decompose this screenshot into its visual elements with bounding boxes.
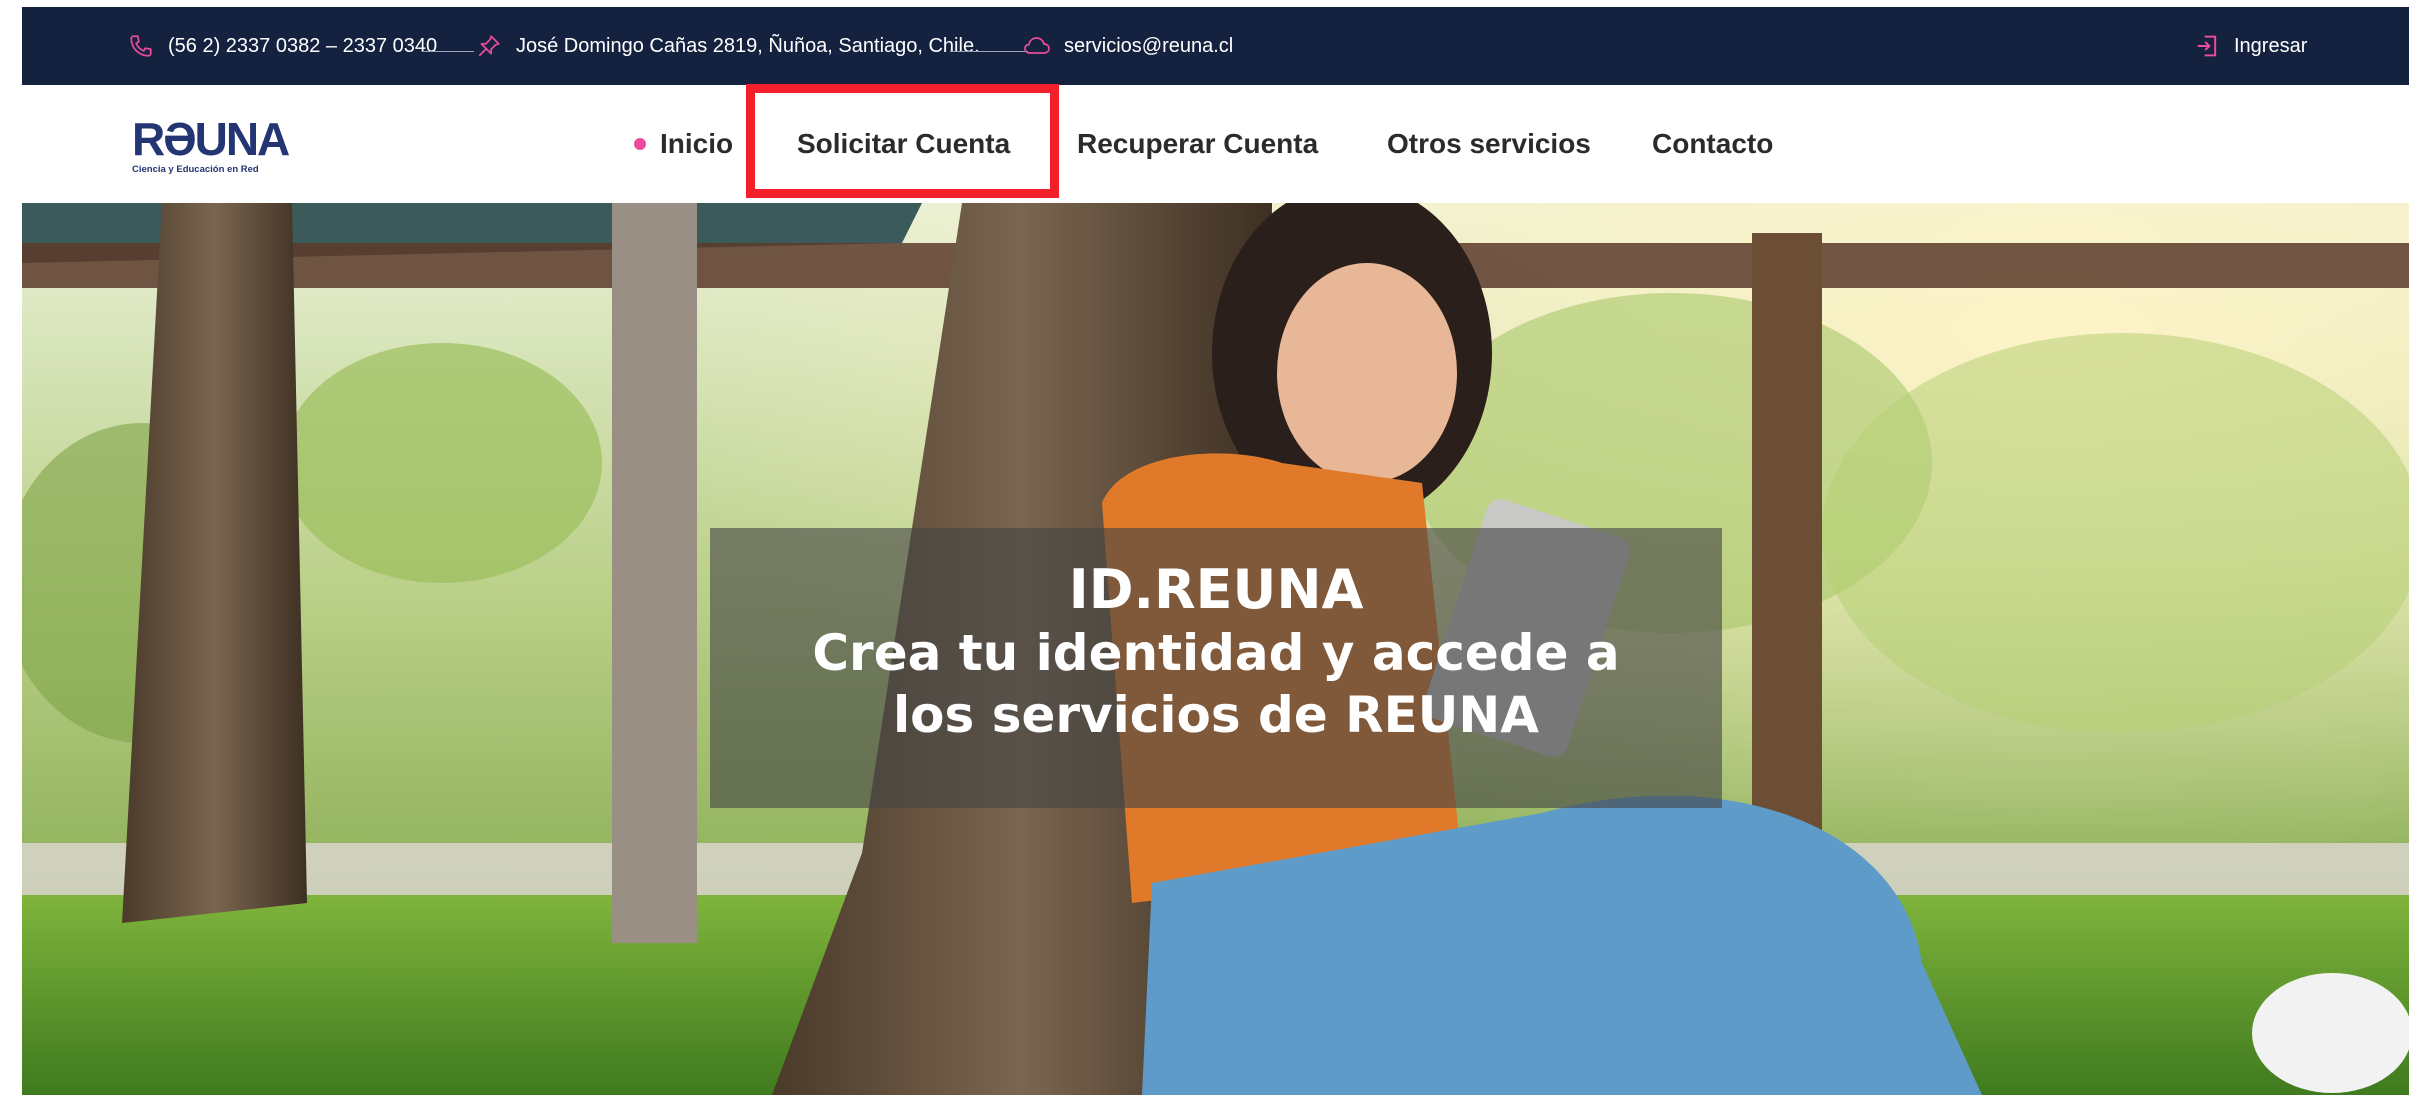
login-text: Ingresar — [2234, 34, 2308, 57]
logo-wordmark: RƏUNA — [132, 113, 290, 165]
nav-item-inicio[interactable]: Inicio — [634, 85, 733, 203]
email-info[interactable]: servicios@reuna.cl — [1022, 7, 1233, 85]
nav-label: Otros servicios — [1387, 128, 1591, 159]
nav-item-contacto[interactable]: Contacto — [1652, 85, 1773, 203]
hero-banner: ID.REUNA Crea tu identidad y accede a lo… — [22, 203, 2409, 1095]
reuna-logo[interactable]: RƏUNA Ciencia y Educación en Red — [132, 113, 292, 175]
email-text: servicios@reuna.cl — [1064, 34, 1234, 57]
login-link[interactable]: Ingresar — [2192, 7, 2307, 85]
logo-tagline: Ciencia y Educación en Red — [132, 164, 259, 175]
phone-text: (56 2) 2337 0382 – 2337 0340 — [168, 34, 438, 57]
top-contact-bar: (56 2) 2337 0382 – 2337 0340 José Doming… — [22, 7, 2409, 85]
nav-label: Recuperar Cuenta — [1077, 128, 1319, 159]
nav-label: Inicio — [660, 128, 734, 159]
divider — [950, 51, 1028, 52]
phone-info[interactable]: (56 2) 2337 0382 – 2337 0340 — [126, 7, 437, 85]
hero-title: ID.REUNA — [1068, 558, 1364, 621]
active-dot-icon — [634, 138, 646, 150]
nav-item-otros-servicios[interactable]: Otros servicios — [1387, 85, 1591, 203]
address-text: José Domingo Cañas 2819, Ñuñoa, Santiago… — [516, 34, 980, 57]
cloud-icon — [1022, 31, 1052, 61]
phone-icon — [126, 31, 156, 61]
nav-label: Contacto — [1652, 128, 1774, 159]
address-info[interactable]: José Domingo Cañas 2819, Ñuñoa, Santiago… — [474, 7, 980, 85]
login-icon — [2192, 31, 2222, 61]
hero-caption: ID.REUNA Crea tu identidad y accede a lo… — [710, 528, 1722, 808]
pin-icon — [474, 31, 504, 61]
highlight-box — [746, 84, 1059, 198]
hero-subtitle: Crea tu identidad y accede a los servici… — [812, 624, 1620, 744]
main-navbar: RƏUNA Ciencia y Educación en Red Inicio … — [22, 85, 2409, 203]
divider — [422, 51, 474, 52]
nav-item-recuperar-cuenta[interactable]: Recuperar Cuenta — [1077, 85, 1318, 203]
